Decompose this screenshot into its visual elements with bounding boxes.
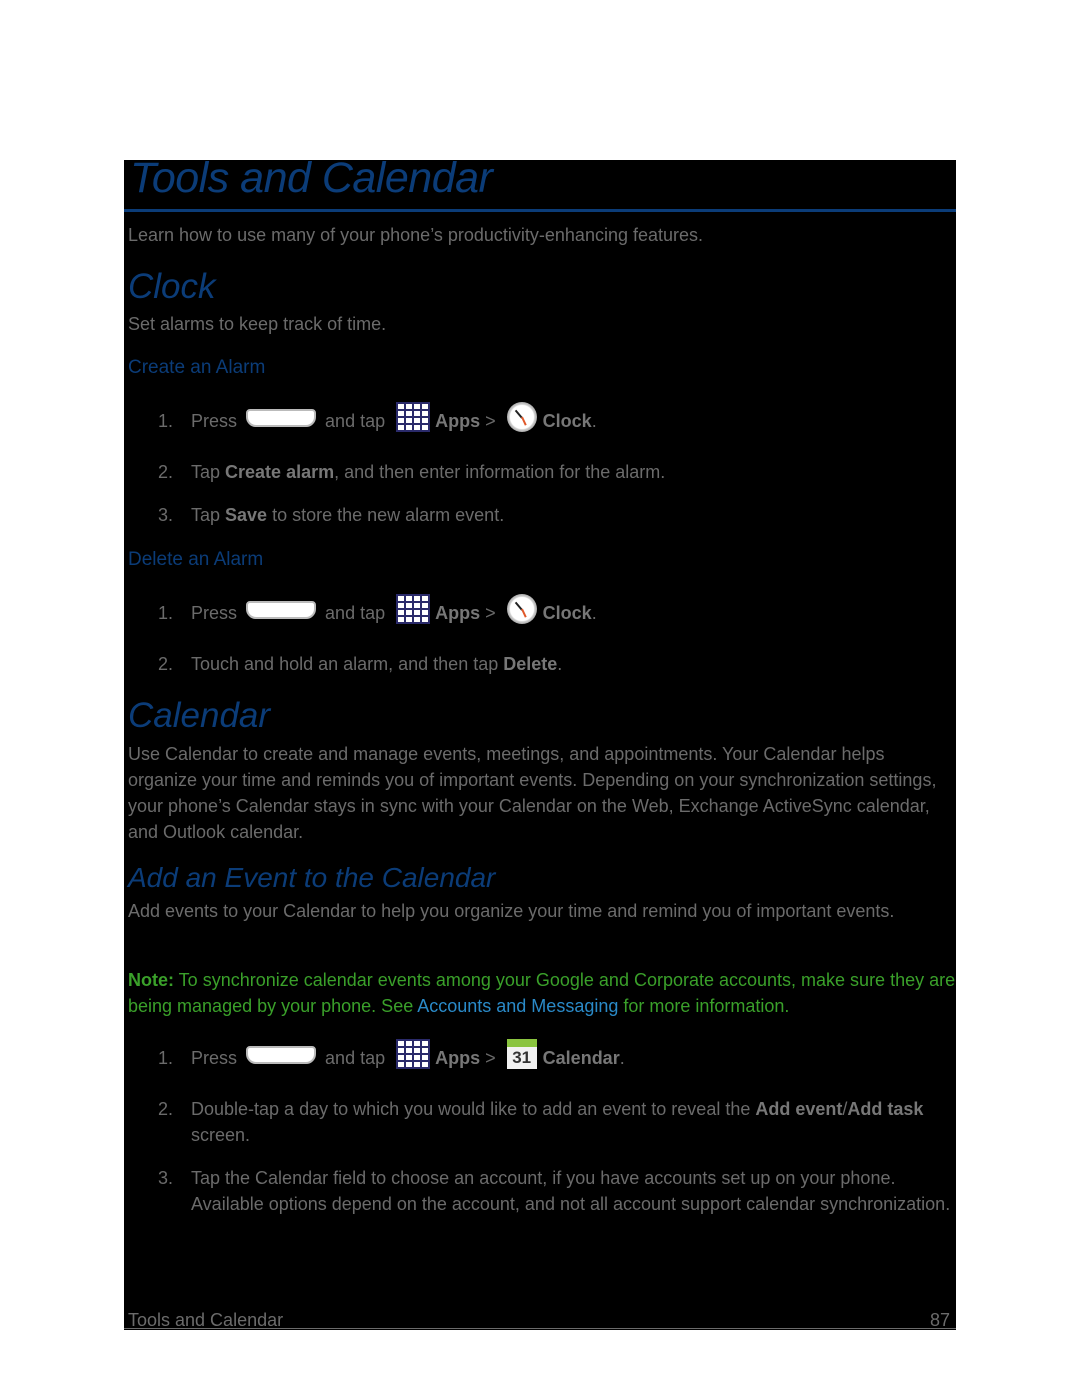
punctuation: . [619,1048,625,1068]
page-title: Tools and Calendar [130,154,493,202]
clock-heading: Clock [128,267,216,306]
step-bold: Create alarm [225,462,335,482]
step-bold: Add event [755,1099,843,1119]
punctuation: . [591,411,597,431]
step-text: . [557,654,563,674]
step-bold: Delete [503,654,558,674]
step-text: , and then enter information for the ala… [334,462,666,482]
calendar-heading: Calendar [128,696,271,735]
apps-grid-icon [396,594,431,624]
title-divider [124,209,956,212]
calendar-label: Calendar [542,1048,620,1068]
footer-divider [124,1328,956,1329]
calendar-app-icon: 31 [506,1039,537,1069]
create-alarm-step-2: 2. Tap Create alarm, and then enter info… [158,459,958,485]
step-text: Press [191,411,238,431]
step-text: Double-tap a day to which you would like… [191,1099,756,1119]
delete-alarm-heading: Delete an Alarm [128,549,264,570]
add-event-step-3: 3. Tap the Calendar field to choose an a… [158,1165,958,1217]
note-label: Note: [128,970,174,990]
step-text: and tap [325,603,386,623]
step-number: 3. [158,1168,174,1188]
accounts-and-messaging-link[interactable]: Accounts and Messaging [417,996,618,1016]
separator: > [485,603,496,623]
home-key-icon [246,1046,317,1065]
punctuation: . [591,603,597,623]
step-bold: Save [225,505,268,525]
step-bold: Add task [847,1099,924,1119]
step-text: Tap [191,505,226,525]
step-text: Touch and hold an alarm, and then tap [191,654,504,674]
page-intro: Learn how to use many of your phone’s pr… [128,225,704,245]
separator: > [485,1048,496,1068]
step-text: to store the new alarm event. [267,505,505,525]
step-number: 2. [158,654,174,674]
create-alarm-step-1: 1. Press and tap Apps > Clock. [158,402,958,434]
step-number: 1. [158,1048,174,1068]
delete-alarm-step-1: 1. Press and tap Apps > Clock. [158,594,958,626]
home-key-icon [246,601,317,620]
clock-app-icon [506,402,537,432]
step-number: 1. [158,411,174,431]
clock-description: Set alarms to keep track of time. [128,314,387,334]
document-page: Tools and Calendar Learn how to use many… [124,154,958,1330]
apps-grid-icon [396,402,431,432]
apps-label: Apps [435,411,481,431]
add-event-description: Add events to your Calendar to help you … [128,901,895,921]
clock-label: Clock [542,603,592,623]
step-text: and tap [325,411,386,431]
add-event-step-2: 2. Double-tap a day to which you would l… [158,1096,958,1148]
home-key-icon [246,409,317,428]
sync-note: Note: To synchronize calendar events amo… [128,967,956,1019]
step-text: screen. [191,1125,251,1145]
add-event-heading: Add an Event to the Calendar [128,862,496,893]
step-text: Tap [191,462,226,482]
step-number: 2. [158,462,174,482]
step-text: and tap [325,1048,386,1068]
create-alarm-heading: Create an Alarm [128,357,266,378]
delete-alarm-step-2: 2. Touch and hold an alarm, and then tap… [158,651,958,677]
step-text: Press [191,1048,238,1068]
step-text: Press [191,603,238,623]
apps-label: Apps [435,1048,481,1068]
create-alarm-step-3: 3. Tap Save to store the new alarm event… [158,502,958,528]
add-event-step-1: 1. Press and tap Apps > 31 Calendar. [158,1039,958,1071]
step-number: 1. [158,603,174,623]
step-number: 2. [158,1099,174,1119]
step-number: 3. [158,505,174,525]
clock-app-icon [506,594,537,624]
step-text: Tap the Calendar field to choose an acco… [191,1168,951,1214]
clock-label: Clock [542,411,592,431]
apps-label: Apps [435,603,481,623]
note-text: for more information. [618,996,790,1016]
apps-grid-icon [396,1039,431,1069]
calendar-description: Use Calendar to create and manage events… [128,744,937,842]
separator: > [485,411,496,431]
